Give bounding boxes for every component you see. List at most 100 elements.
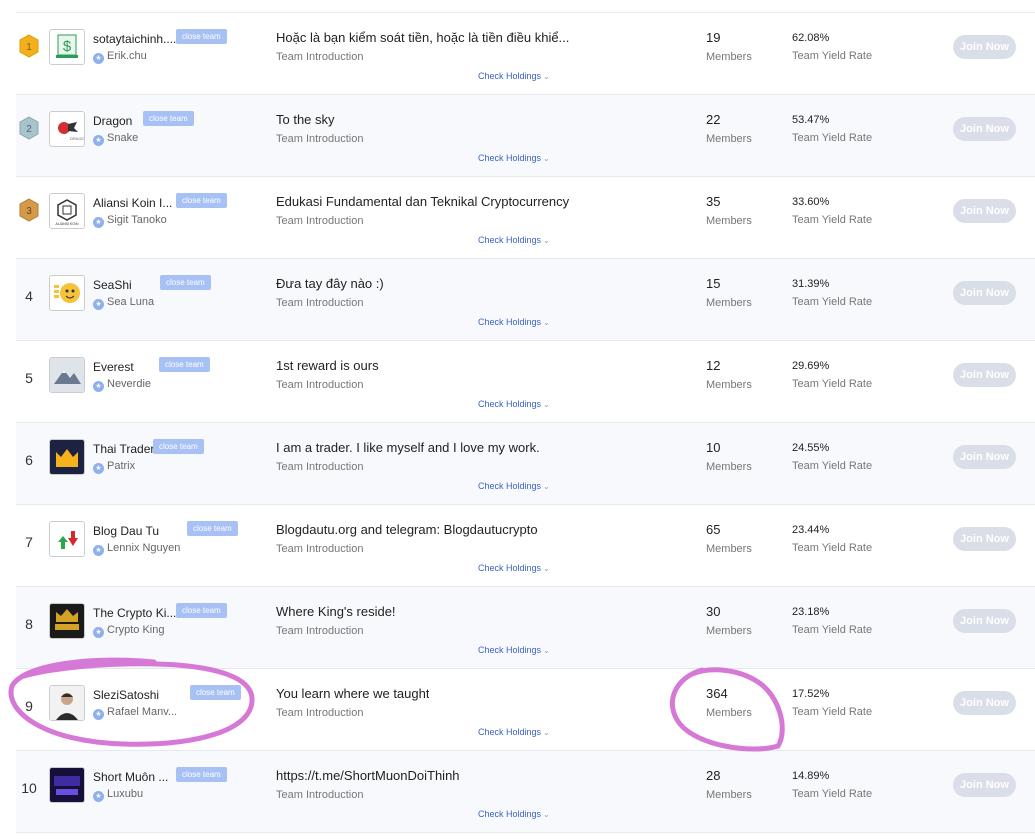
leader-star-icon: ★ <box>93 53 104 64</box>
members-count: 10 <box>706 440 721 455</box>
team-name[interactable]: Blog Dau Tu <box>93 524 159 538</box>
members-label: Members <box>706 461 752 473</box>
team-logo[interactable] <box>49 357 85 393</box>
join-now-button[interactable]: Join Now <box>953 117 1016 141</box>
check-holdings-link[interactable]: Check Holdings ⌄ <box>478 153 550 163</box>
team-yield-rate: 31.39% <box>792 278 830 290</box>
team-introduction-label: Team Introduction <box>276 133 364 145</box>
team-row: 10 Short Muôn ... close team ★ Luxubu htt… <box>16 751 1035 833</box>
team-name[interactable]: sotaytaichinh.... <box>93 32 176 46</box>
team-yield-rate: 24.55% <box>792 442 830 454</box>
join-now-button[interactable]: Join Now <box>953 363 1016 387</box>
team-logo[interactable]: $ <box>49 29 85 65</box>
members-count: 35 <box>706 194 721 209</box>
team-leader[interactable]: ★ Snake <box>93 132 138 146</box>
leader-star-icon: ★ <box>93 299 104 310</box>
leader-star-icon: ★ <box>93 545 104 556</box>
team-leader[interactable]: ★ Luxubu <box>93 788 143 802</box>
join-now-button[interactable]: Join Now <box>953 609 1016 633</box>
team-row: 2 DRAGON Dragon close team ★Snake To the… <box>16 95 1035 177</box>
team-row: 7 Blog Dau Tu close team ★ Lennix Nguyen … <box>16 505 1035 587</box>
team-row: 4 SeaShi close team ★ Sea Luna Đưa tay đâ… <box>16 259 1035 341</box>
join-now-button[interactable]: Join Now <box>953 527 1016 551</box>
team-logo[interactable] <box>49 275 85 311</box>
team-leader[interactable]: ★ Patrix <box>93 460 135 474</box>
team-row: 6 Thai Trader close team ★ Patrix I am a … <box>16 423 1035 505</box>
team-introduction-label: Team Introduction <box>276 215 364 227</box>
team-introduction-label: Team Introduction <box>276 461 364 473</box>
check-holdings-link[interactable]: Check Holdings ⌄ <box>478 727 550 737</box>
chevron-down-icon: ⌄ <box>543 810 550 819</box>
team-yield-rate-label: Team Yield Rate <box>792 542 873 554</box>
team-name[interactable]: Everest <box>93 360 134 374</box>
close-team-badge: close team <box>176 29 227 44</box>
chevron-down-icon: ⌄ <box>543 646 550 655</box>
check-holdings-link[interactable]: Check Holdings ⌄ <box>478 317 550 327</box>
team-name[interactable]: SeaShi <box>93 278 132 292</box>
join-now-button[interactable]: Join Now <box>953 35 1016 59</box>
team-logo[interactable] <box>49 767 85 803</box>
check-holdings-link[interactable]: Check Holdings ⌄ <box>478 809 550 819</box>
team-leader[interactable]: ★ Sea Luna <box>93 296 154 310</box>
join-now-button[interactable]: Join Now <box>953 445 1016 469</box>
team-yield-rate: 62.08% <box>792 32 830 44</box>
team-logo[interactable] <box>49 521 85 557</box>
check-holdings-link[interactable]: Check Holdings ⌄ <box>478 235 550 245</box>
team-leader[interactable]: ★ Sigit Tanoko <box>93 214 167 228</box>
gold-medal-icon: 1 <box>19 34 39 58</box>
team-introduction-label: Team Introduction <box>276 707 364 719</box>
check-holdings-link[interactable]: Check Holdings ⌄ <box>478 481 550 491</box>
leader-star-icon: ★ <box>93 463 104 474</box>
team-description: To the sky <box>276 112 335 127</box>
check-holdings-link[interactable]: Check Holdings ⌄ <box>478 563 550 573</box>
team-name[interactable]: Thai Trader <box>93 442 154 456</box>
join-now-button[interactable]: Join Now <box>953 773 1016 797</box>
team-yield-rate-label: Team Yield Rate <box>792 706 873 718</box>
team-leader[interactable]: ★ Crypto King <box>93 624 164 638</box>
team-yield-rate: 14.89% <box>792 770 830 782</box>
team-leader[interactable]: ★ Erik.chu <box>93 50 147 64</box>
check-holdings-link[interactable]: Check Holdings ⌄ <box>478 399 550 409</box>
svg-text:ALIANSI KOIN: ALIANSI KOIN <box>56 222 79 226</box>
chevron-down-icon: ⌄ <box>543 728 550 737</box>
members-label: Members <box>706 51 752 63</box>
members-count: 65 <box>706 522 721 537</box>
join-now-button[interactable]: Join Now <box>953 281 1016 305</box>
team-description: Edukasi Fundamental dan Teknikal Cryptoc… <box>276 194 570 209</box>
team-yield-rate: 23.18% <box>792 606 830 618</box>
highlight-circle-team <box>8 657 255 747</box>
members-count: 22 <box>706 112 721 127</box>
team-name[interactable]: Aliansi Koin I... <box>93 196 172 210</box>
team-yield-rate-label: Team Yield Rate <box>792 296 873 308</box>
check-holdings-link[interactable]: Check Holdings ⌄ <box>478 645 550 655</box>
chevron-down-icon: ⌄ <box>543 236 550 245</box>
team-description: Blogdautu.org and telegram: Blogdautucry… <box>276 522 538 537</box>
chevron-down-icon: ⌄ <box>543 72 550 81</box>
team-logo[interactable] <box>49 603 85 639</box>
team-introduction-label: Team Introduction <box>276 789 364 801</box>
leader-star-icon: ★ <box>93 135 104 146</box>
team-yield-rate: 17.52% <box>792 688 830 700</box>
team-introduction-label: Team Introduction <box>276 625 364 637</box>
chevron-down-icon: ⌄ <box>543 482 550 491</box>
team-logo[interactable] <box>49 439 85 475</box>
team-name[interactable]: Dragon <box>93 114 132 128</box>
join-now-button[interactable]: Join Now <box>953 691 1016 715</box>
team-name[interactable]: The Crypto Ki... <box>93 606 176 620</box>
check-holdings-link[interactable]: Check Holdings ⌄ <box>478 71 550 81</box>
team-yield-rate-label: Team Yield Rate <box>792 50 873 62</box>
team-leader[interactable]: ★ Lennix Nguyen <box>93 542 180 556</box>
team-name[interactable]: Short Muôn ... <box>93 770 168 784</box>
team-description: I am a trader. I like myself and I love … <box>276 440 540 455</box>
team-introduction-label: Team Introduction <box>276 379 364 391</box>
rank-number: 6 <box>25 452 33 468</box>
team-row: 3 ALIANSI KOIN Aliansi Koin I... close t… <box>16 177 1035 259</box>
team-logo[interactable]: ALIANSI KOIN <box>49 193 85 229</box>
team-logo[interactable]: DRAGON <box>49 111 85 147</box>
silver-medal-icon: 2 <box>19 116 39 140</box>
team-leader[interactable]: ★ Neverdie <box>93 378 151 392</box>
join-now-button[interactable]: Join Now <box>953 199 1016 223</box>
leader-star-icon: ★ <box>93 627 104 638</box>
team-yield-rate: 29.69% <box>792 360 830 372</box>
svg-text:3: 3 <box>26 206 32 217</box>
